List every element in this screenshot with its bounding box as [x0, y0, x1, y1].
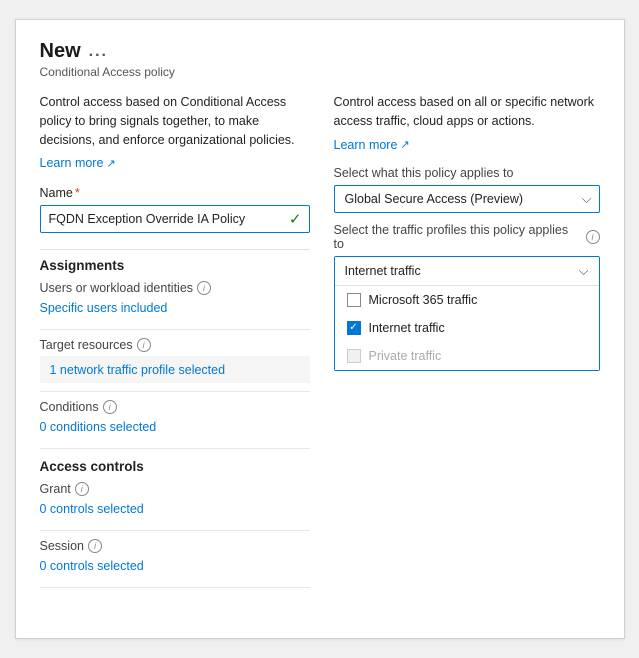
target-block-text: 1 network traffic profile selected: [50, 363, 226, 377]
right-external-link-icon: ↗: [400, 138, 409, 151]
conditions-field: Conditions i 0 conditions selected: [40, 400, 310, 440]
conditions-link[interactable]: 0 conditions selected: [40, 418, 157, 440]
m365-label: Microsoft 365 traffic: [369, 293, 478, 307]
grant-info-icon[interactable]: i: [75, 482, 89, 496]
traffic-dropdown-list: Microsoft 365 traffic Internet traffic P…: [335, 286, 599, 370]
session-link[interactable]: 0 controls selected: [40, 557, 144, 579]
private-checkbox: [347, 349, 361, 363]
internet-checkbox: [347, 321, 361, 335]
right-learn-more-link[interactable]: Learn more ↗: [334, 138, 410, 152]
m365-checkbox: [347, 293, 361, 307]
target-divider: [40, 391, 310, 392]
conditions-info-icon[interactable]: i: [103, 400, 117, 414]
traffic-item-m365[interactable]: Microsoft 365 traffic: [335, 286, 599, 314]
assignments-divider: [40, 249, 310, 250]
traffic-dropdown-arrow-icon: ⌵: [579, 263, 589, 279]
grant-label: Grant i: [40, 482, 310, 496]
policy-dropdown-wrap: Global Secure Access (Preview) ⌵: [334, 185, 600, 213]
assignments-heading: Assignments: [40, 258, 310, 273]
session-info-icon[interactable]: i: [88, 539, 102, 553]
target-resources-field: Target resources i 1 network traffic pro…: [40, 338, 310, 383]
traffic-dropdown-open: Internet traffic ⌵ Microsoft 365 traffic…: [334, 256, 600, 371]
left-column: Control access based on Conditional Acce…: [40, 93, 310, 596]
conditions-divider: [40, 448, 310, 449]
traffic-dropdown-selected: Internet traffic: [345, 264, 421, 278]
right-column: Control access based on all or specific …: [334, 93, 600, 596]
private-label: Private traffic: [369, 349, 442, 363]
grant-divider: [40, 530, 310, 531]
traffic-item-internet[interactable]: Internet traffic: [335, 314, 599, 342]
grant-field: Grant i 0 controls selected: [40, 482, 310, 522]
left-description: Control access based on Conditional Acce…: [40, 93, 310, 149]
session-divider: [40, 587, 310, 588]
name-input-wrap: ✓: [40, 205, 310, 233]
title-text: New: [40, 40, 81, 63]
policy-select-label: Select what this policy applies to: [334, 166, 600, 180]
name-field: Name* ✓: [40, 186, 310, 233]
right-description: Control access based on all or specific …: [334, 93, 600, 131]
conditions-label: Conditions i: [40, 400, 310, 414]
policy-dropdown[interactable]: Global Secure Access (Preview): [334, 185, 600, 213]
access-controls-heading: Access controls: [40, 459, 310, 474]
input-check-icon: ✓: [289, 210, 302, 228]
title-ellipsis: ...: [89, 43, 108, 61]
grant-link[interactable]: 0 controls selected: [40, 500, 144, 522]
target-block[interactable]: 1 network traffic profile selected: [40, 356, 310, 383]
external-link-icon: ↗: [106, 157, 115, 170]
left-learn-more-link[interactable]: Learn more ↗: [40, 156, 116, 170]
main-window: New ... Conditional Access policy Contro…: [15, 19, 625, 639]
traffic-dropdown-header[interactable]: Internet traffic ⌵: [335, 257, 599, 286]
target-label: Target resources i: [40, 338, 310, 352]
traffic-profiles-label: Select the traffic profiles this policy …: [334, 223, 600, 251]
internet-label: Internet traffic: [369, 321, 445, 335]
page-subtitle: Conditional Access policy: [40, 65, 600, 79]
target-info-icon[interactable]: i: [137, 338, 151, 352]
users-divider: [40, 329, 310, 330]
traffic-info-icon[interactable]: i: [586, 230, 600, 244]
users-link[interactable]: Specific users included: [40, 299, 168, 321]
name-label: Name*: [40, 186, 310, 200]
users-label: Users or workload identities i: [40, 281, 310, 295]
users-field: Users or workload identities i Specific …: [40, 281, 310, 321]
session-label: Session i: [40, 539, 310, 553]
traffic-item-private: Private traffic: [335, 342, 599, 370]
users-info-icon[interactable]: i: [197, 281, 211, 295]
page-title: New ...: [40, 40, 600, 63]
required-star: *: [75, 186, 80, 200]
name-input[interactable]: [40, 205, 310, 233]
session-field: Session i 0 controls selected: [40, 539, 310, 579]
